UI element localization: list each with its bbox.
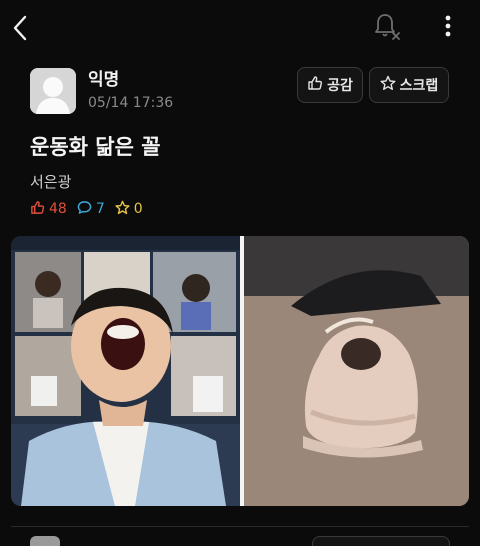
thumbs-up-icon bbox=[307, 75, 327, 95]
post-body: 서은광 bbox=[30, 173, 72, 191]
divider bbox=[11, 526, 469, 527]
scrap-button[interactable]: 스크랩 bbox=[369, 67, 449, 103]
like-count-value: 48 bbox=[49, 201, 67, 217]
top-bar bbox=[0, 0, 480, 56]
chevron-left-icon bbox=[12, 15, 28, 45]
more-button[interactable] bbox=[436, 14, 460, 42]
author-name: 익명 bbox=[88, 70, 120, 90]
back-button[interactable] bbox=[6, 14, 34, 46]
like-button-label: 공감 bbox=[327, 78, 353, 94]
post-stats: 48 7 0 bbox=[30, 199, 153, 219]
comment-count: 7 bbox=[77, 200, 105, 219]
post-title: 운동화 닮은 꼴 bbox=[30, 135, 161, 159]
scrap-button-label: 스크랩 bbox=[399, 78, 439, 94]
comment-icon bbox=[77, 200, 96, 219]
like-button[interactable]: 공감 bbox=[297, 67, 363, 103]
scrap-count-value: 0 bbox=[133, 201, 143, 217]
comment-avatar bbox=[30, 536, 60, 546]
more-vertical-icon bbox=[445, 15, 451, 41]
post-image[interactable] bbox=[11, 236, 469, 506]
thumbs-up-icon bbox=[30, 200, 49, 219]
comment-action-button[interactable] bbox=[312, 536, 450, 546]
notification-button[interactable] bbox=[372, 12, 402, 44]
scrap-count: 0 bbox=[115, 200, 143, 219]
like-count: 48 bbox=[30, 200, 67, 219]
star-icon bbox=[380, 75, 400, 95]
post-date: 05/14 17:36 bbox=[88, 95, 174, 111]
star-icon bbox=[115, 200, 134, 219]
bell-off-icon bbox=[373, 11, 401, 45]
avatar[interactable] bbox=[30, 68, 76, 114]
comment-count-value: 7 bbox=[95, 201, 105, 217]
author-info: 익명 05/14 17:36 bbox=[30, 67, 173, 115]
